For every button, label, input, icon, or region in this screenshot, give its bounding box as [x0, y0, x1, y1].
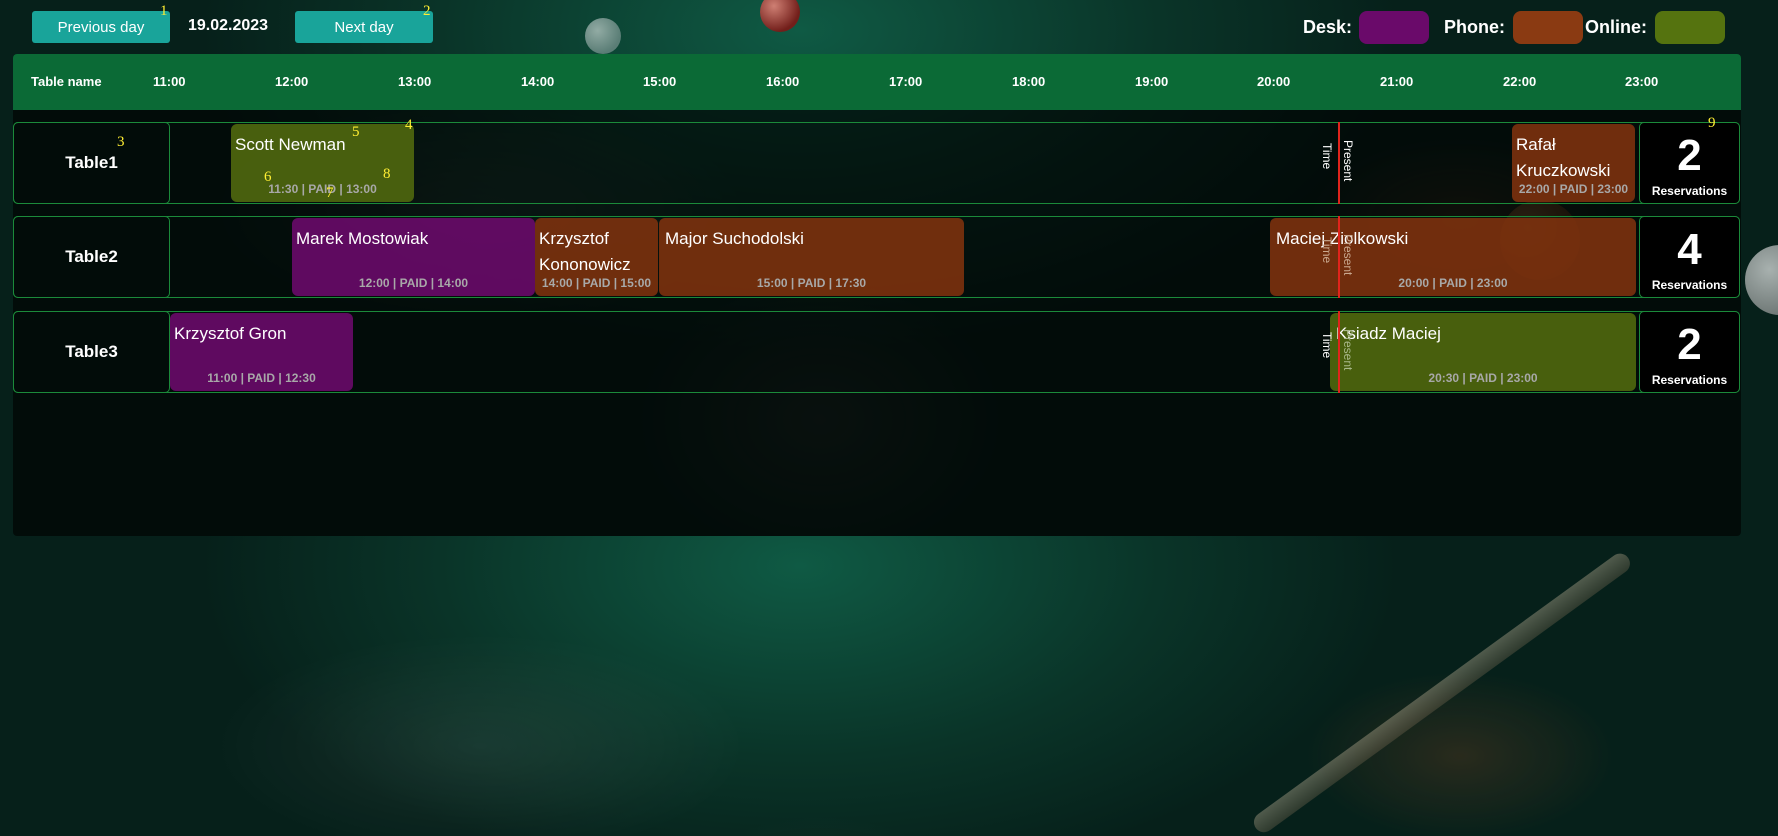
toolbar: Previous day 19.02.2023 Next day Desk: P… [0, 0, 1778, 54]
annotation-marker: 8 [383, 166, 391, 182]
reservation-block[interactable]: Marek Mostowiak 12:00 | PAID | 14:00 [292, 218, 535, 296]
annotation-marker: 1 [160, 3, 168, 19]
header-hour: 11:00 [153, 74, 186, 89]
reservation-time-status: 22:00 | PAID | 23:00 [1518, 182, 1629, 196]
annotation-marker: 9 [1708, 115, 1716, 131]
reservation-count: 2 [1677, 320, 1702, 369]
reservation-customer: Krzysztof Kononowicz [539, 229, 631, 274]
reservation-customer: Ksiadz Maciej [1336, 324, 1441, 343]
present-time-label: Time [1320, 143, 1334, 170]
annotation-marker: 7 [326, 185, 334, 201]
reservation-block[interactable]: Krzysztof Kononowicz 14:00 | PAID | 15:0… [535, 218, 658, 296]
present-time-label: Time [1320, 237, 1334, 264]
reservation-customer: Major Suchodolski [665, 229, 804, 248]
header-hour: 19:00 [1135, 74, 1169, 89]
annotation-marker: 3 [117, 134, 125, 150]
reservation-count-label: Reservations [1651, 278, 1728, 292]
legend-online-swatch [1655, 11, 1725, 44]
reservation-count: 4 [1677, 225, 1702, 274]
table-name-cell: Table2 [13, 216, 170, 298]
reservation-time-status: 11:00 | PAID | 12:30 [207, 371, 316, 385]
present-time-label: Time [1320, 332, 1334, 359]
reservation-count-label: Reservations [1651, 184, 1728, 198]
header-table-name: Table name [31, 74, 102, 89]
header-hour: 22:00 [1503, 74, 1537, 89]
annotation-marker: 2 [423, 3, 431, 19]
reservation-time-status: 11:30 | PAID | 13:00 [268, 182, 377, 196]
header-hour: 16:00 [766, 74, 800, 89]
reservation-time-status: 20:30 | PAID | 23:00 [1428, 371, 1538, 385]
legend-online-label: Online: [1585, 17, 1647, 37]
annotation-marker: 4 [405, 117, 413, 133]
table-name-cell: Table3 [13, 311, 170, 393]
present-time-label: Present [1341, 329, 1355, 371]
present-time-line [1338, 122, 1340, 204]
present-time-line [1338, 311, 1340, 393]
header-hour: 23:00 [1625, 74, 1659, 89]
header-hour: 13:00 [398, 74, 432, 89]
header-hour: 17:00 [889, 74, 923, 89]
header-hour: 14:00 [521, 74, 555, 89]
reservation-block[interactable]: Major Suchodolski 15:00 | PAID | 17:30 [659, 218, 964, 296]
reservation-count-label: Reservations [1651, 373, 1728, 387]
annotation-marker: 6 [264, 169, 272, 185]
table-name-cell: Table1 [13, 122, 170, 204]
legend-phone-label: Phone: [1444, 17, 1505, 37]
reservation-count: 2 [1677, 131, 1702, 180]
current-date: 19.02.2023 [188, 17, 269, 34]
reservation-block[interactable]: Rafał Kruczkowski 22:00 | PAID | 23:00 [1512, 124, 1635, 202]
legend-desk-swatch [1359, 11, 1429, 44]
reservation-time-status: 20:00 | PAID | 23:00 [1398, 276, 1508, 290]
reservation-count-cell: 2 Reservations [1639, 122, 1740, 204]
background-cue-ball [1745, 245, 1778, 315]
reservation-count-cell: 4 Reservations [1639, 216, 1740, 298]
reservation-customer: Marek Mostowiak [296, 229, 429, 248]
reservation-block[interactable]: Scott Newman 11:30 | PAID | 13:00 [231, 124, 414, 202]
reservation-block[interactable]: Ksiadz Maciej 20:30 | PAID | 23:00 [1330, 313, 1636, 391]
present-time-label: Present [1341, 140, 1355, 182]
header-hour: 18:00 [1012, 74, 1046, 89]
header-hour: 15:00 [643, 74, 677, 89]
reservation-customer: Krzysztof Gron [174, 324, 287, 343]
legend-phone-swatch [1513, 11, 1583, 44]
legend-desk-label: Desk: [1303, 17, 1353, 37]
reservation-customer: Scott Newman [235, 135, 346, 154]
reservation-block[interactable]: Krzysztof Gron 11:00 | PAID | 12:30 [170, 313, 353, 391]
next-day-button[interactable]: Next day [295, 11, 433, 43]
reservation-time-status: 15:00 | PAID | 17:30 [756, 276, 867, 290]
previous-day-button[interactable]: Previous day [32, 11, 170, 43]
present-time-label: Present [1341, 234, 1355, 276]
reservation-count-cell: 2 Reservations [1639, 311, 1740, 393]
header-hour: 12:00 [275, 74, 309, 89]
schedule-header: Table name 11:00 12:00 13:00 14:00 15:00… [13, 54, 1741, 110]
reservation-customer: Rafał Kruczkowski [1516, 135, 1611, 180]
annotation-marker: 5 [352, 124, 360, 140]
reservation-time-status: 14:00 | PAID | 15:00 [541, 276, 652, 290]
reservation-time-status: 12:00 | PAID | 14:00 [358, 276, 469, 290]
header-hour: 20:00 [1257, 74, 1291, 89]
present-time-line [1338, 216, 1340, 298]
header-hour: 21:00 [1380, 74, 1414, 89]
